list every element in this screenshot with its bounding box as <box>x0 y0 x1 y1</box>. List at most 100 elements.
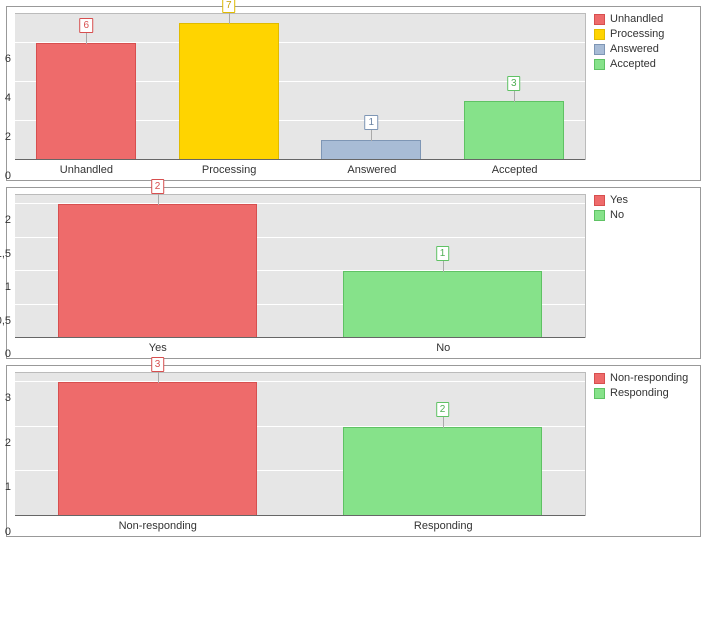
x-axis: Non-respondingResponding <box>15 516 586 532</box>
legend-item: Non-responding <box>594 372 696 384</box>
bar-slot: 1 <box>300 195 585 338</box>
bar-value-label: 3 <box>507 76 521 91</box>
chart-panel: 00,511,5221YesNoYesNo <box>6 187 701 359</box>
charts-container: 02466713UnhandledProcessingAnsweredAccep… <box>6 6 701 537</box>
plot-wrap: 21YesNo <box>15 194 586 354</box>
y-tick-label: 0 <box>5 348 11 360</box>
bar-slot: 2 <box>15 195 300 338</box>
legend-label: Unhandled <box>610 13 663 25</box>
y-tick-label: 2 <box>5 437 11 449</box>
bar-label-stem <box>371 129 372 141</box>
bar-value-label: 2 <box>151 179 165 194</box>
legend-item: No <box>594 209 696 221</box>
bar-value-label: 2 <box>436 402 450 417</box>
legend-swatch <box>594 373 605 384</box>
legend-item: Accepted <box>594 58 696 70</box>
x-tick-label: Answered <box>301 160 444 176</box>
bar-slot: 3 <box>15 373 300 516</box>
legend-swatch <box>594 29 605 40</box>
legend-item: Answered <box>594 43 696 55</box>
legend-swatch <box>594 388 605 399</box>
bar: 1 <box>343 271 543 338</box>
chart-main: 00,511,5221YesNo <box>7 188 590 358</box>
legend-item: Responding <box>594 387 696 399</box>
bars: 21 <box>15 195 585 338</box>
bar-label-stem <box>229 12 230 24</box>
bar: 6 <box>36 43 136 160</box>
bar-label-stem <box>86 32 87 44</box>
bar-label-stem <box>158 371 159 383</box>
plot-area: 6713 <box>15 13 586 160</box>
chart-panel: 012332Non-respondingRespondingNon-respon… <box>6 365 701 537</box>
bar-slot: 2 <box>300 373 585 516</box>
baseline <box>15 337 585 338</box>
legend-swatch <box>594 210 605 221</box>
y-tick-label: 0 <box>5 526 11 538</box>
bar-value-label: 7 <box>222 0 236 13</box>
legend-label: Accepted <box>610 58 656 70</box>
legend-label: Yes <box>610 194 628 206</box>
legend-swatch <box>594 44 605 55</box>
legend-label: No <box>610 209 624 221</box>
x-tick-label: Unhandled <box>15 160 158 176</box>
x-axis: YesNo <box>15 338 586 354</box>
x-tick-label: Processing <box>158 160 301 176</box>
baseline <box>15 515 585 516</box>
bar-label-stem <box>514 90 515 102</box>
legend-label: Processing <box>610 28 664 40</box>
chart-panel: 02466713UnhandledProcessingAnsweredAccep… <box>6 6 701 181</box>
y-tick-label: 2 <box>5 214 11 226</box>
bar-value-label: 6 <box>79 18 93 33</box>
y-tick-label: 0 <box>5 170 11 182</box>
bar: 7 <box>179 23 279 160</box>
bar-value-label: 3 <box>151 357 165 372</box>
legend-swatch <box>594 59 605 70</box>
legend: Non-responding Responding <box>590 366 700 536</box>
bar: 3 <box>58 382 258 516</box>
x-tick-label: Responding <box>301 516 587 532</box>
bar-value-label: 1 <box>436 246 450 261</box>
plot-wrap: 32Non-respondingResponding <box>15 372 586 532</box>
bar: 2 <box>343 427 543 516</box>
y-tick-label: 4 <box>5 92 11 104</box>
x-tick-label: Yes <box>15 338 301 354</box>
legend-label: Non-responding <box>610 372 688 384</box>
legend-swatch <box>594 195 605 206</box>
bar: 2 <box>58 204 258 338</box>
x-tick-label: No <box>301 338 587 354</box>
legend-item: Processing <box>594 28 696 40</box>
x-axis: UnhandledProcessingAnsweredAccepted <box>15 160 586 176</box>
legend: Unhandled Processing Answered Accepted <box>590 7 700 180</box>
bar: 1 <box>321 140 421 160</box>
bar-label-stem <box>443 260 444 272</box>
x-tick-label: Non-responding <box>15 516 301 532</box>
bar-slot: 7 <box>158 14 301 160</box>
legend-swatch <box>594 14 605 25</box>
y-tick-label: 6 <box>5 53 11 65</box>
y-tick-label: 2 <box>5 131 11 143</box>
y-tick-label: 1 <box>5 481 11 493</box>
bar-label-stem <box>443 416 444 428</box>
legend-label: Responding <box>610 387 669 399</box>
plot-wrap: 6713UnhandledProcessingAnsweredAccepted <box>15 13 586 176</box>
chart-main: 02466713UnhandledProcessingAnsweredAccep… <box>7 7 590 180</box>
bars: 6713 <box>15 14 585 160</box>
y-tick-label: 1,5 <box>0 248 11 260</box>
legend-item: Unhandled <box>594 13 696 25</box>
legend-item: Yes <box>594 194 696 206</box>
bar-slot: 1 <box>300 14 443 160</box>
bar-value-label: 1 <box>364 115 378 130</box>
bar-slot: 3 <box>443 14 586 160</box>
chart-main: 012332Non-respondingResponding <box>7 366 590 536</box>
y-tick-label: 1 <box>5 281 11 293</box>
plot-area: 21 <box>15 194 586 338</box>
bars: 32 <box>15 373 585 516</box>
bar: 3 <box>464 101 564 160</box>
bar-label-stem <box>158 193 159 205</box>
legend: Yes No <box>590 188 700 358</box>
plot-area: 32 <box>15 372 586 516</box>
bar-slot: 6 <box>15 14 158 160</box>
legend-label: Answered <box>610 43 659 55</box>
baseline <box>15 159 585 160</box>
x-tick-label: Accepted <box>443 160 586 176</box>
